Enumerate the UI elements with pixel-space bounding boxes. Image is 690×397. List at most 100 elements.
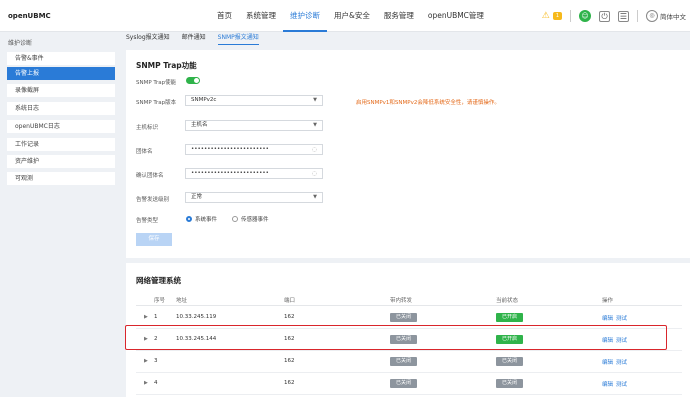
radio-unchecked-icon [232, 216, 238, 222]
test-link[interactable]: 测试 [616, 314, 627, 322]
radio-system-event[interactable]: 系统事件 [186, 215, 217, 223]
table-row: ▶ 3 162 已关闭 已关闭 编辑 测试 [136, 351, 682, 373]
row-address: 10.33.245.119 [176, 314, 217, 320]
current-status-badge: 已开启 [496, 335, 524, 344]
user-icon[interactable]: ☰ [618, 10, 629, 22]
row-index: 3 [154, 358, 158, 364]
nav-maintenance[interactable]: 维护诊断 [283, 0, 327, 32]
table-row: ▶ 4 162 已关闭 已关闭 编辑 测试 [136, 373, 682, 395]
main-nav: 首页 系统管理 维护诊断 用户&安全 服务管理 openUBMC管理 [210, 0, 491, 32]
radio-sensor-event[interactable]: 传感器事件 [232, 215, 269, 223]
top-right-tools: ⚠ 1 ☺ ⏻ ☰ ◎ 简体中文 [540, 8, 686, 24]
alert-indicator[interactable]: ⚠ 1 [540, 10, 562, 22]
save-button[interactable]: 保存 [136, 233, 172, 246]
divider [570, 10, 571, 22]
nms-panel: 网络管理系统 序号 地址 端口 带内转发 当前状态 操作 ▶ 1 10.33.2… [126, 263, 690, 397]
nms-title: 网络管理系统 [136, 276, 181, 285]
sidebar-item-recording[interactable]: 录像截屏 [7, 84, 115, 97]
chevron-right-icon[interactable]: ▶ [144, 358, 148, 364]
chevron-right-icon[interactable]: ▶ [144, 336, 148, 342]
tab-email[interactable]: 邮件通知 [182, 32, 206, 45]
alarm-level-label: 告警发送级别 [136, 197, 170, 203]
edit-link[interactable]: 编辑 [602, 358, 613, 366]
eye-off-icon[interactable]: ◌ [312, 169, 317, 178]
sidebar-item-alarm-report[interactable]: 告警上报 [7, 67, 115, 80]
chevron-right-icon[interactable]: ▶ [144, 380, 148, 386]
radio-system-event-label: 系统事件 [195, 217, 218, 223]
trap-version-select[interactable]: SNMPv2c ▼ [185, 95, 323, 106]
community-value: •••••••••••••••••••••••• [191, 146, 269, 152]
nav-user-security[interactable]: 用户&安全 [327, 0, 377, 32]
subtabs: Syslog报文通知 邮件通知 SNMP报文通知 [126, 32, 259, 45]
test-link[interactable]: 测试 [616, 358, 627, 366]
top-bar: openUBMC 首页 系统管理 维护诊断 用户&安全 服务管理 openUBM… [0, 0, 690, 32]
sidebar-item-observable[interactable]: 可观测 [7, 172, 115, 185]
radio-checked-icon [186, 216, 192, 222]
sidebar-item-asset[interactable]: 资产维护 [7, 155, 115, 168]
test-link[interactable]: 测试 [616, 380, 627, 388]
table-row: ▶ 2 10.33.245.144 162 已关闭 已开启 编辑 测试 [136, 329, 682, 351]
power-icon[interactable]: ⏻ [599, 10, 610, 22]
confirm-community-input[interactable]: •••••••••••••••••••••••• ◌ [185, 168, 323, 179]
sidebar: 维护诊断 告警&事件 告警上报 录像截屏 系统日志 openUBMC日志 工作记… [0, 32, 117, 397]
nav-system[interactable]: 系统管理 [239, 0, 283, 32]
alarm-level-select[interactable]: 正常 ▼ [185, 192, 323, 203]
health-status-icon[interactable]: ☺ [579, 10, 591, 22]
row-address: 10.33.245.144 [176, 336, 217, 342]
col-status: 当前状态 [496, 298, 519, 304]
alarm-type-label: 告警类型 [136, 218, 159, 224]
edit-link[interactable]: 编辑 [602, 336, 613, 344]
nav-home[interactable]: 首页 [210, 0, 239, 32]
language-switch[interactable]: ◎ 简体中文 [646, 10, 686, 22]
snmp-trap-title: SNMP Trap功能 [136, 61, 197, 70]
language-label: 简体中文 [660, 13, 686, 21]
row-index: 4 [154, 380, 158, 386]
trap-enable-label: SNMP Trap使能 [136, 80, 177, 86]
nav-openubmc[interactable]: openUBMC管理 [421, 0, 491, 32]
community-input[interactable]: •••••••••••••••••••••••• ◌ [185, 144, 323, 155]
trap-enable-toggle[interactable] [186, 77, 200, 84]
current-status-badge: 已关闭 [496, 357, 524, 366]
community-label: 团体名 [136, 149, 153, 155]
tab-syslog[interactable]: Syslog报文通知 [126, 32, 170, 45]
radio-sensor-event-label: 传感器事件 [241, 217, 269, 223]
host-id-label: 主机标识 [136, 125, 159, 131]
host-id-select[interactable]: 主机名 ▼ [185, 120, 323, 131]
confirm-community-label: 确认团体名 [136, 173, 164, 179]
nav-services[interactable]: 服务管理 [377, 0, 421, 32]
edit-link[interactable]: 编辑 [602, 380, 613, 388]
version-warning: 启用SNMPv1和SNMPv2会降低系统安全性，请谨慎操作。 [356, 100, 500, 106]
app-logo: openUBMC [8, 12, 51, 20]
col-port: 端口 [284, 298, 296, 304]
row-index: 1 [154, 314, 158, 320]
inband-status-badge: 已关闭 [390, 335, 418, 344]
sidebar-item-alarms-events[interactable]: 告警&事件 [7, 52, 115, 65]
inband-status-badge: 已关闭 [390, 357, 418, 366]
inband-status-badge: 已关闭 [390, 379, 418, 388]
trap-version-label: SNMP Trap版本 [136, 100, 177, 106]
table-header: 序号 地址 端口 带内转发 当前状态 操作 [136, 294, 682, 306]
edit-link[interactable]: 编辑 [602, 314, 613, 322]
col-inband: 带内转发 [390, 298, 413, 304]
sidebar-item-system-log[interactable]: 系统日志 [7, 102, 115, 115]
row-port: 162 [284, 336, 295, 342]
globe-icon: ◎ [646, 10, 658, 22]
trap-version-value: SNMPv2c [191, 97, 217, 103]
chevron-down-icon: ▼ [313, 194, 317, 200]
chevron-down-icon: ▼ [313, 122, 317, 128]
chevron-right-icon[interactable]: ▶ [144, 314, 148, 320]
col-address: 地址 [176, 298, 188, 304]
host-id-value: 主机名 [191, 122, 208, 128]
sidebar-item-work-record[interactable]: 工作记录 [7, 138, 115, 151]
sidebar-title: 维护诊断 [8, 40, 33, 47]
sidebar-item-openubmc-log[interactable]: openUBMC日志 [7, 120, 115, 133]
eye-off-icon[interactable]: ◌ [312, 145, 317, 154]
test-link[interactable]: 测试 [616, 336, 627, 344]
alert-count-badge: 1 [552, 12, 562, 20]
row-port: 162 [284, 380, 295, 386]
tab-snmp[interactable]: SNMP报文通知 [217, 32, 259, 45]
confirm-community-value: •••••••••••••••••••••••• [191, 170, 269, 176]
current-status-badge: 已关闭 [496, 379, 524, 388]
snmp-trap-panel: SNMP Trap功能 SNMP Trap使能 SNMP Trap版本 SNMP… [126, 50, 690, 258]
current-status-badge: 已开启 [496, 313, 524, 322]
